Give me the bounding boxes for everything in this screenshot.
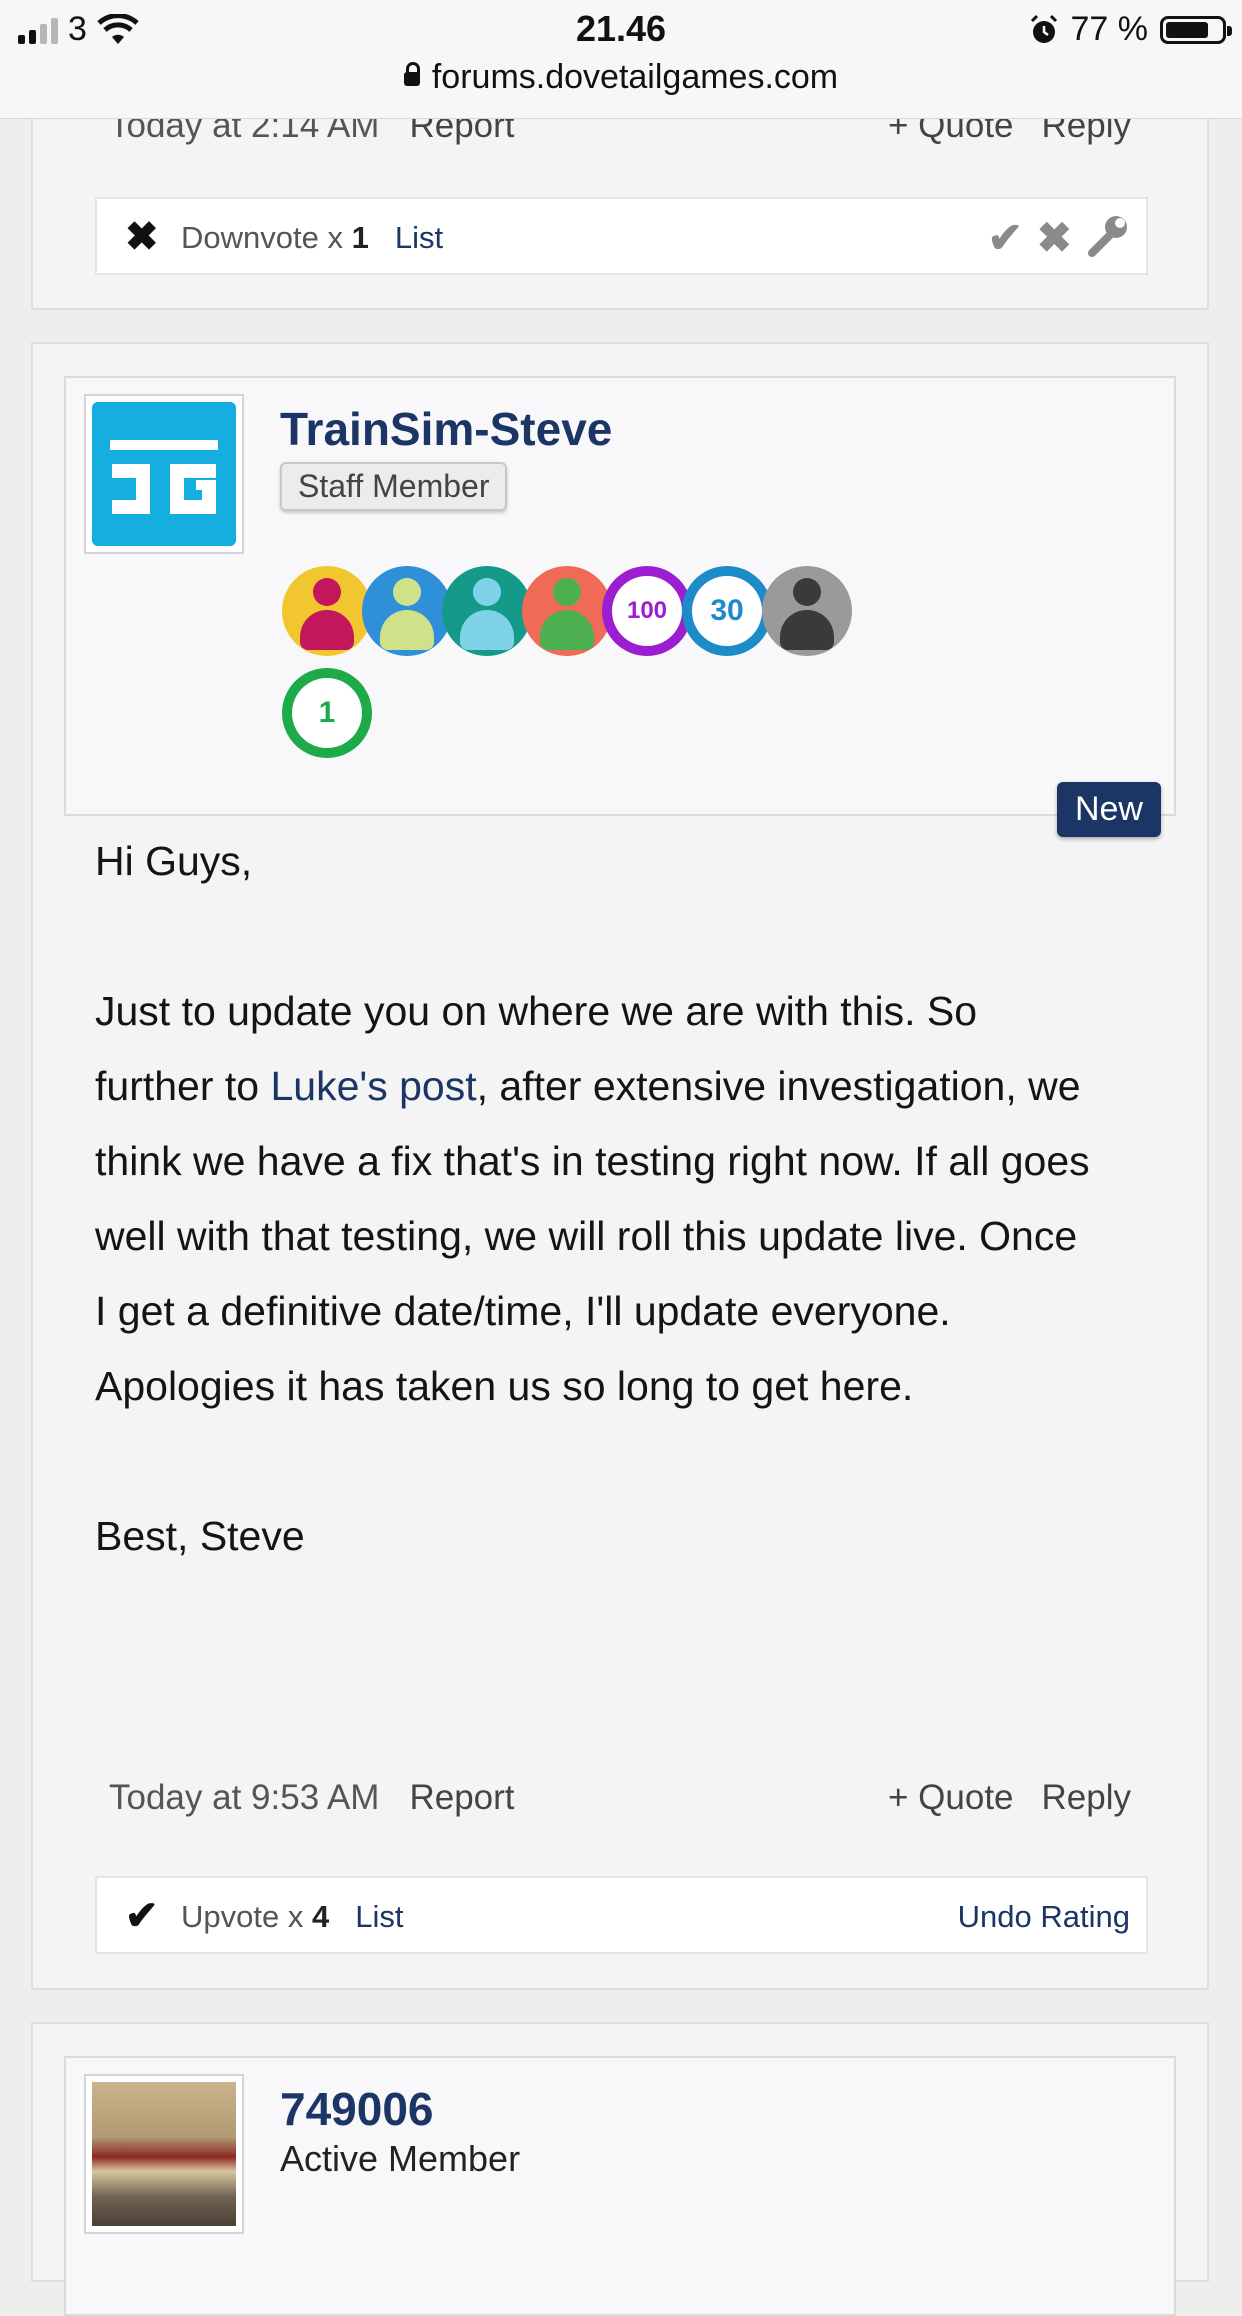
- lukes-post-link[interactable]: Luke's post: [270, 1063, 476, 1109]
- rating-count: 4: [311, 1899, 330, 1934]
- ratings-list-link[interactable]: List: [395, 220, 443, 255]
- address-bar[interactable]: forums.dovetailgames.com: [0, 58, 1242, 97]
- undo-rating-link[interactable]: Undo Rating: [958, 1899, 1130, 1935]
- avatar[interactable]: [84, 2074, 244, 2234]
- username[interactable]: 749006: [280, 2082, 434, 2136]
- lock-icon: [403, 62, 420, 86]
- message-user-info: TrainSim-Steve Staff Member 100 30 1: [64, 376, 1176, 816]
- rating-label: Upvote: [181, 1899, 280, 1934]
- user-title: Active Member: [280, 2138, 521, 2179]
- post-trainsim-steve: TrainSim-Steve Staff Member 100 30 1 New H…: [31, 342, 1209, 1990]
- trophy-upvote-gold-icon[interactable]: [282, 566, 372, 656]
- trophy-upvote-teal-icon[interactable]: [442, 566, 532, 656]
- trophy-100-icon[interactable]: 100: [602, 566, 692, 656]
- rating-label: Downvote: [181, 220, 319, 255]
- rating-count: 1: [351, 220, 369, 255]
- post-greeting: Hi Guys,: [95, 838, 253, 884]
- quote-link[interactable]: + Quote: [888, 1778, 1014, 1817]
- post-paragraph: Just to update you on where we are with …: [95, 974, 1095, 1424]
- trophy-upvote-red-icon[interactable]: [522, 566, 612, 656]
- message-user-info: 749006 Active Member: [64, 2056, 1176, 2316]
- post-signoff: Best, Steve: [95, 1513, 305, 1559]
- train-photo-avatar: [92, 2082, 236, 2226]
- ratings-bar: ✔ Upvote x 4 List Undo Rating: [95, 1876, 1148, 1954]
- trophy-upvote-blue-icon[interactable]: [362, 566, 452, 656]
- new-badge: New: [1056, 782, 1161, 837]
- upvote-check-icon: ✔: [125, 1894, 159, 1938]
- rating-multiplier: x: [287, 1899, 304, 1934]
- battery-percent: 77 %: [1070, 10, 1149, 48]
- post-749006: 749006 Active Member: [31, 2022, 1209, 2316]
- report-link[interactable]: Report: [409, 1778, 514, 1817]
- username[interactable]: TrainSim-Steve: [280, 402, 612, 456]
- trophy-30-icon[interactable]: 30: [682, 566, 772, 656]
- wrench-icon[interactable]: [1086, 213, 1130, 259]
- reply-link[interactable]: Reply: [1042, 1778, 1131, 1817]
- paragraph-text-end: , after extensive investigation, we thin…: [95, 1063, 1090, 1409]
- status-right: 77 %: [1029, 10, 1232, 49]
- post-content: Hi Guys, Just to update you on where we …: [95, 824, 1095, 1574]
- agree-rate-icon[interactable]: ✔: [988, 213, 1023, 262]
- alarm-icon: [1030, 14, 1057, 43]
- trophy-upvote-grey-icon[interactable]: [762, 566, 852, 656]
- downvote-icon: ✖: [125, 215, 159, 259]
- url-text: forums.dovetailgames.com: [431, 58, 839, 96]
- rating-multiplier: x: [327, 220, 343, 255]
- trophy-1-icon[interactable]: 1: [282, 668, 372, 758]
- dtg-logo-icon: [92, 402, 236, 546]
- user-title-badge: Staff Member: [280, 462, 508, 511]
- ratings-bar: ✖ Downvote x 1 List ✔ ✖: [95, 197, 1148, 275]
- battery-icon: [1160, 15, 1232, 44]
- avatar[interactable]: [84, 394, 244, 554]
- status-bar: 3 21.46 77 % forums.dovetailgames.com: [0, 0, 1242, 119]
- post-timestamp[interactable]: Today at 9:53 AM: [109, 1778, 379, 1817]
- disagree-rate-icon[interactable]: ✖: [1037, 213, 1072, 262]
- ratings-list-link[interactable]: List: [355, 1899, 403, 1934]
